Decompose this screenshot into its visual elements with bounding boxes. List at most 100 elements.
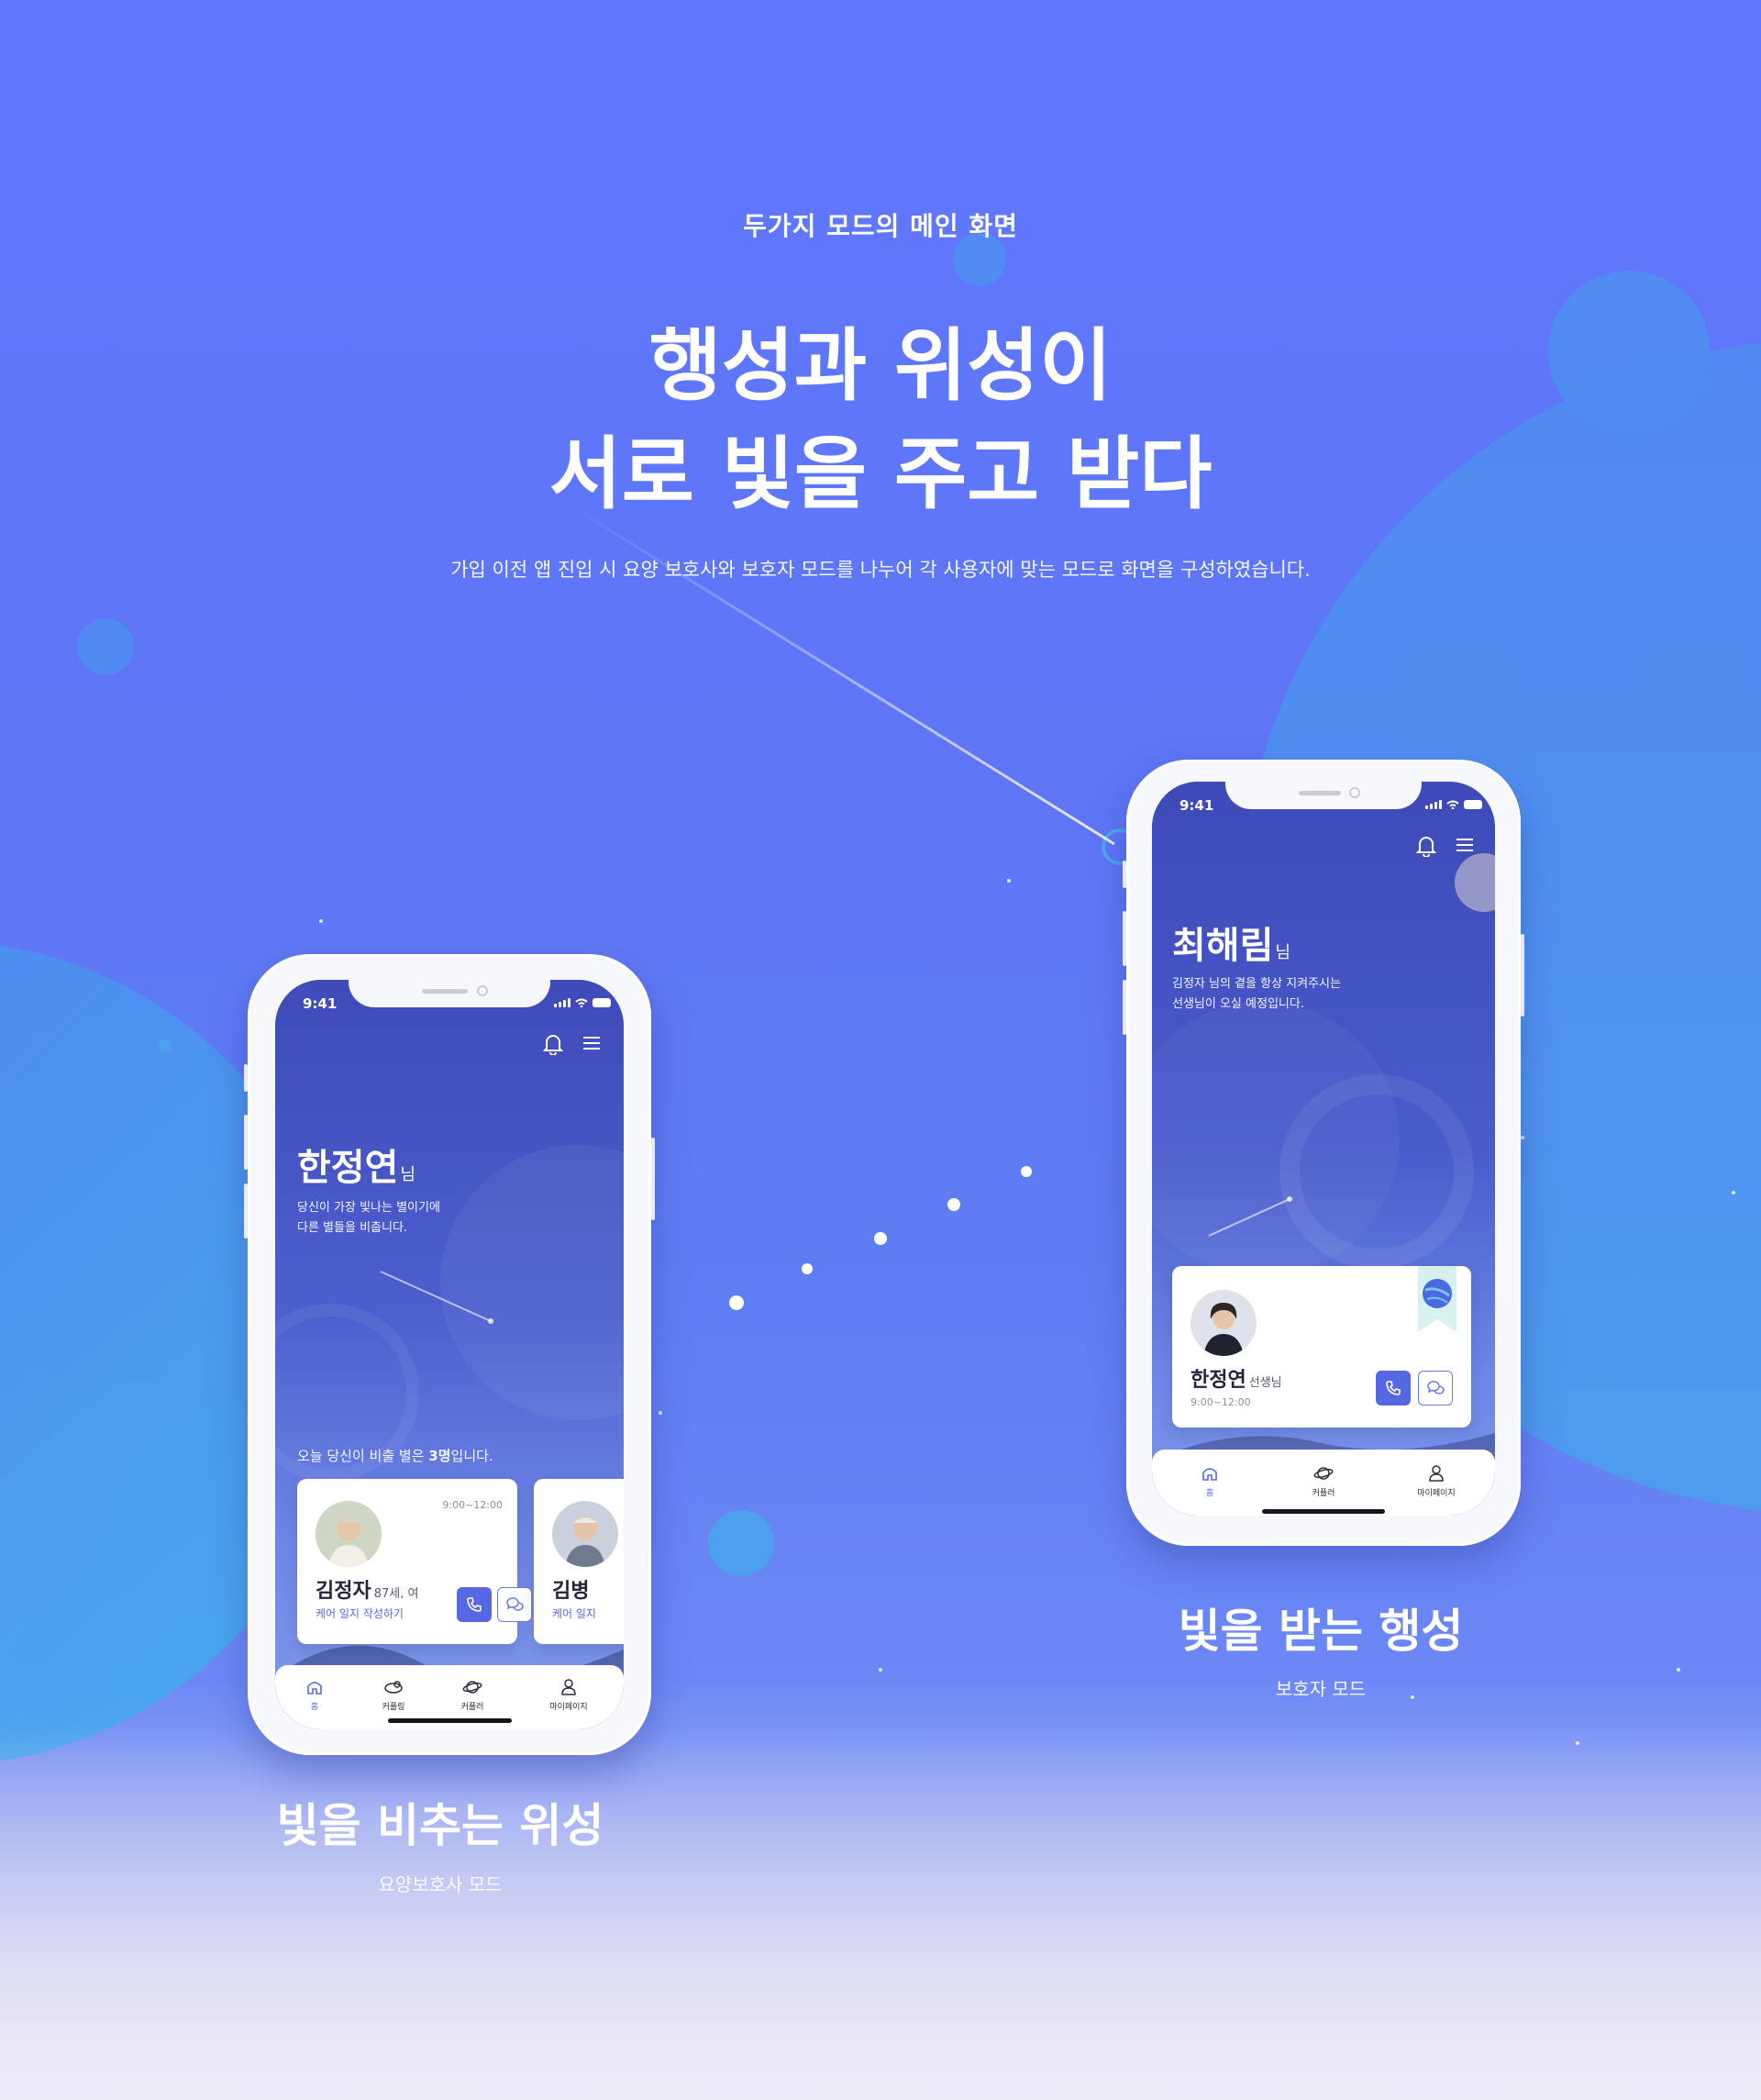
user-name: 최해림 님 [1172, 916, 1290, 969]
chat-icon [1427, 1381, 1445, 1394]
user-name-text: 최해림 [1172, 925, 1274, 967]
greeting: 당신이 가장 빛나는 별이기에 다른 별들을 비춥니다. [297, 1198, 440, 1239]
side-button [1123, 861, 1126, 888]
tab-label: 마이페이지 [1417, 1489, 1456, 1498]
call-button[interactable] [457, 1587, 492, 1622]
tab-label: 커플링 [382, 1703, 405, 1712]
tab-label: 마이페이지 [549, 1703, 588, 1712]
menu-icon[interactable] [1455, 835, 1475, 855]
chat-button[interactable] [497, 1587, 532, 1622]
elder-name: 김병 [552, 1580, 590, 1603]
caregiver-phone: 9:41 한정연 님 당신이 가장 빛나는 별이기에 다른 별들을 비춥니다. 오… [244, 954, 655, 1755]
camera [477, 985, 488, 996]
phone-icon [467, 1597, 482, 1612]
guardian-screen: 9:41 최해림 님 김정자 님의 곁을 항상 지켜주시는 선생님이 오실 예정입… [1152, 782, 1495, 1516]
today-count: 오늘 당신이 비출 별은 3명입니다. [297, 1446, 493, 1465]
caregiver-avatar [1191, 1290, 1257, 1356]
tab-home[interactable]: 홈 [1187, 1464, 1233, 1498]
honorific: 님 [1275, 943, 1290, 962]
status-time: 9:41 [303, 995, 338, 1012]
tab-mypage[interactable]: 마이페이지 [541, 1678, 596, 1712]
side-button [244, 1115, 248, 1170]
top-actions [543, 1033, 602, 1055]
visit-time: 9:00~12:00 [442, 1499, 503, 1511]
elder-name: 김정자 87세, 여 [316, 1574, 418, 1604]
home-icon [307, 1682, 322, 1694]
side-button [651, 1138, 655, 1220]
elder-meta: 87세, 여 [373, 1587, 419, 1601]
bookmark-badge [1418, 1266, 1456, 1332]
battery-icon [593, 998, 611, 1007]
count-value: 3명 [428, 1448, 451, 1464]
greeting: 김정자 님의 곁을 항상 지켜주시는 선생님이 오실 예정입니다. [1172, 974, 1341, 1015]
camera [1349, 787, 1360, 798]
caregiver-caption-title: 빛을 비추는 위성 [276, 1799, 604, 1852]
greeting-line1: 김정자 님의 곁을 항상 지켜주시는 [1172, 977, 1341, 991]
greeting-line2: 다른 별들을 비춥니다. [297, 1221, 408, 1235]
phone-icon [1386, 1381, 1401, 1395]
tab-coupler[interactable]: 커플러 [1301, 1464, 1346, 1498]
tab-label: 커플러 [460, 1703, 484, 1712]
greeting-line1: 당신이 가장 빛나는 별이기에 [297, 1201, 440, 1215]
elder-avatar [552, 1501, 618, 1567]
caregiver-card[interactable]: 한정연 선생님 9:00~12:00 [1172, 1266, 1471, 1428]
side-button [1123, 980, 1126, 1035]
signal-icon [1425, 800, 1442, 809]
elder-card[interactable]: 김병 케어 일지 [534, 1479, 624, 1644]
status-time: 9:41 [1180, 797, 1214, 814]
person-icon [561, 1679, 576, 1695]
signal-icon [554, 998, 570, 1007]
care-log-link[interactable]: 케어 일지 [552, 1606, 596, 1621]
cloud-layer [0, 1725, 1761, 2100]
eyebrow-text: 두가지 모드의 메인 화면 [743, 211, 1018, 241]
guardian-caption-sub: 보호자 모드 [1275, 1678, 1367, 1700]
count-suffix: 입니다. [450, 1448, 493, 1464]
side-button [1123, 911, 1126, 966]
home-icon [1202, 1468, 1217, 1481]
tab-label: 홈 [1205, 1489, 1214, 1498]
elder-card[interactable]: 9:00~12:00 김정자 87세, 여 케어 일지 작성하기 [297, 1479, 532, 1644]
chat-button[interactable] [1418, 1371, 1453, 1406]
side-button [1521, 934, 1524, 1017]
notch [349, 980, 550, 1007]
wifi-icon [575, 998, 588, 1007]
battery-icon [1464, 800, 1482, 809]
chat-icon [506, 1597, 524, 1611]
tab-mypage[interactable]: 마이페이지 [1409, 1464, 1464, 1498]
headline-line2: 서로 빛을 주고 받다 [548, 428, 1213, 520]
ring-icon [384, 1681, 403, 1694]
description-text: 가입 이전 앱 진입 시 요양 보호사와 보호자 모드를 나누어 각 사용자에 … [450, 559, 1311, 581]
speaker [1299, 791, 1341, 795]
tab-coupling[interactable]: 커플링 [371, 1678, 416, 1712]
wifi-icon [1446, 800, 1459, 809]
side-button [244, 1064, 248, 1092]
bell-icon[interactable] [1416, 835, 1436, 857]
tab-label: 홈 [310, 1703, 319, 1712]
side-button [244, 1183, 248, 1239]
count-prefix: 오늘 당신이 비출 별은 [297, 1448, 429, 1464]
call-button[interactable] [1376, 1371, 1411, 1406]
speaker [422, 989, 468, 994]
caregiver-screen: 9:41 한정연 님 당신이 가장 빛나는 별이기에 다른 별들을 비춥니다. 오… [275, 980, 624, 1729]
honorific: 님 [400, 1165, 415, 1184]
user-name: 한정연 님 [297, 1138, 415, 1191]
tab-coupler[interactable]: 커플러 [449, 1678, 495, 1712]
status-icons [1425, 800, 1482, 809]
bell-icon[interactable] [543, 1033, 563, 1055]
headline: 행성과 위성이 서로 빛을 주고 받다 [0, 312, 1761, 528]
visit-time: 9:00~12:00 [1191, 1396, 1251, 1408]
small-planet-center [708, 1510, 774, 1576]
small-planet-left [77, 618, 134, 675]
home-indicator [388, 1718, 512, 1723]
guardian-caption-title: 빛을 받는 행성 [1178, 1605, 1464, 1658]
caregiver-name: 한정연 선생님 [1191, 1363, 1282, 1393]
elder-avatar [316, 1501, 382, 1567]
user-name-text: 한정연 [297, 1147, 399, 1189]
menu-icon[interactable] [581, 1033, 602, 1053]
tab-home[interactable]: 홈 [292, 1678, 338, 1712]
tab-bar: 홈 커플러 마이페이지 [1152, 1450, 1495, 1516]
planet-icon [1313, 1467, 1334, 1480]
tab-label: 커플러 [1312, 1489, 1335, 1498]
greeting-line2: 선생님이 오실 예정입니다. [1172, 997, 1304, 1011]
care-log-link[interactable]: 케어 일지 작성하기 [316, 1606, 404, 1621]
